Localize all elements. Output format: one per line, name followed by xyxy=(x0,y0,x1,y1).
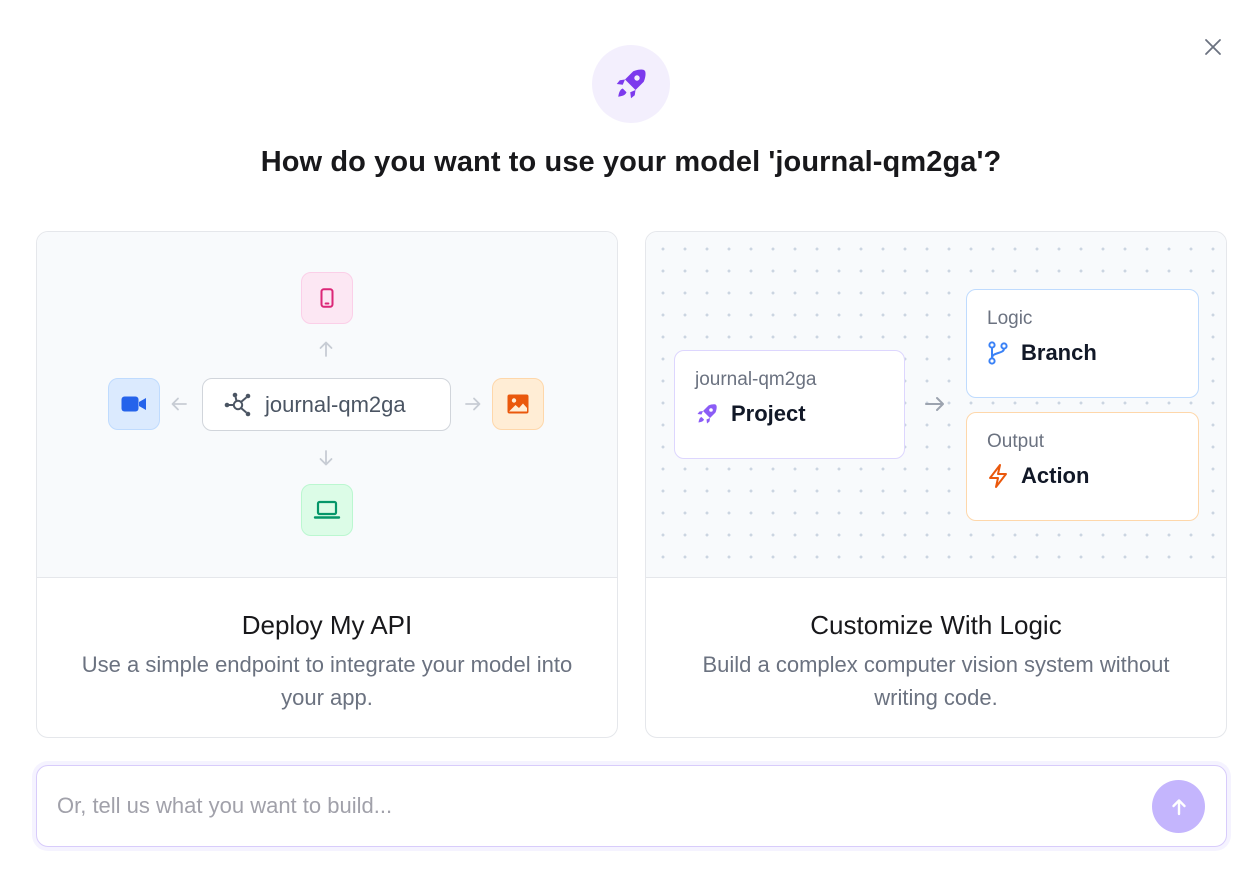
close-button[interactable] xyxy=(1200,34,1226,60)
deploy-card-title: Deploy My API xyxy=(241,610,413,640)
flow-arrow-connector xyxy=(922,393,948,415)
customize-logic-card[interactable]: journal-qm2ga Project Logic Branch Outpu… xyxy=(645,231,1227,738)
laptop-icon xyxy=(313,500,341,519)
rocket-icon xyxy=(616,69,646,99)
logic-box-label: Branch xyxy=(1021,340,1097,365)
deploy-illustration: journal-qm2ga xyxy=(37,232,617,578)
arrow-up-connector xyxy=(315,338,337,360)
build-prompt-input[interactable] xyxy=(57,766,1137,845)
project-box-subtitle: journal-qm2ga xyxy=(695,369,817,390)
rocket-icon xyxy=(697,404,717,424)
phone-tile xyxy=(301,272,353,324)
video-camera-icon xyxy=(121,396,146,412)
model-name: journal-qm2ga xyxy=(265,391,406,417)
output-box-subtitle: Output xyxy=(987,431,1045,452)
project-box-label: Project xyxy=(731,401,806,426)
deploy-card-description: Use a simple endpoint to integrate your … xyxy=(81,652,573,710)
smartphone-icon xyxy=(320,288,334,308)
laptop-tile xyxy=(301,484,353,536)
close-icon xyxy=(1205,39,1221,55)
image-tile xyxy=(492,378,544,430)
page-title: How do you want to use your model 'journ… xyxy=(260,146,1002,178)
camera-tile xyxy=(108,378,160,430)
logic-card-description: Build a complex computer vision system w… xyxy=(702,652,1170,710)
deploy-api-card[interactable]: journal-qm2ga Deploy My API Use a simple… xyxy=(36,231,618,738)
output-box: Output Action xyxy=(966,412,1199,521)
logic-box: Logic Branch xyxy=(966,289,1199,398)
arrow-down-connector xyxy=(315,447,337,469)
arrow-up-icon xyxy=(1171,798,1186,815)
lightning-icon xyxy=(989,464,1007,488)
arrow-left-connector xyxy=(168,393,190,415)
logic-box-subtitle: Logic xyxy=(987,308,1033,329)
logic-illustration: journal-qm2ga Project Logic Branch Outpu… xyxy=(646,232,1226,578)
logic-card-title: Customize With Logic xyxy=(810,610,1062,640)
output-box-label: Action xyxy=(1021,463,1090,488)
git-branch-icon xyxy=(988,341,1008,365)
hero-rocket-badge xyxy=(592,45,670,123)
send-button[interactable] xyxy=(1152,780,1205,833)
model-graph-icon xyxy=(224,392,251,416)
build-prompt-container xyxy=(36,765,1227,847)
image-icon xyxy=(507,394,529,414)
project-box: journal-qm2ga Project xyxy=(674,350,905,459)
arrow-right-connector xyxy=(462,393,484,415)
model-chip: journal-qm2ga xyxy=(202,378,451,431)
